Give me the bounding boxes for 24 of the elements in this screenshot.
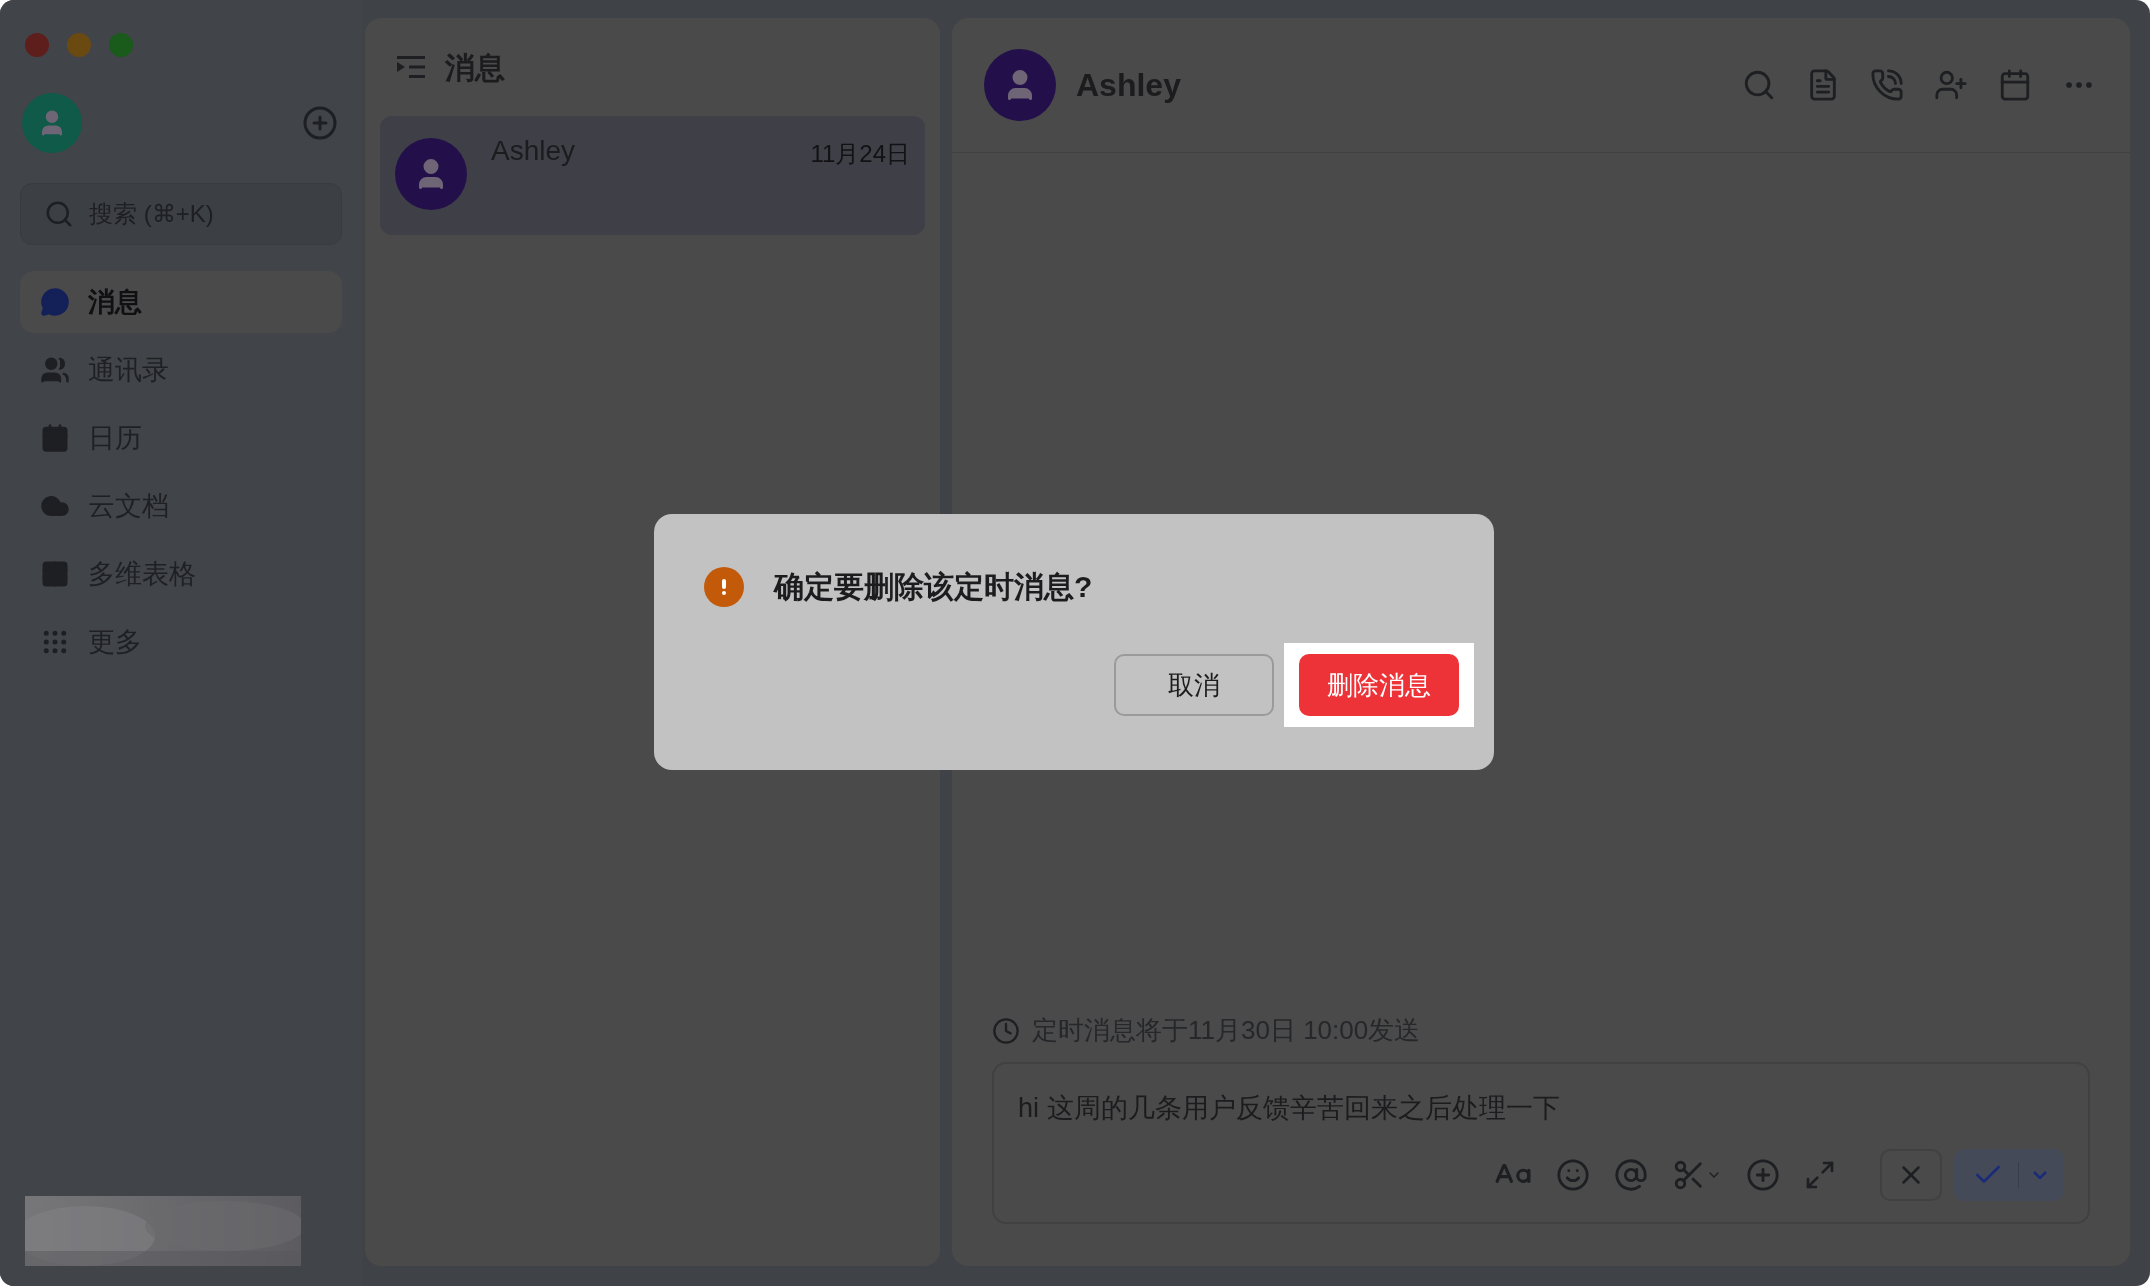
search-icon[interactable] [1742,68,1776,102]
add-icon[interactable] [1746,1157,1780,1192]
search-icon [44,199,74,229]
add-icon[interactable] [302,105,338,141]
nav-item[interactable]: 消息 [20,271,342,333]
cancel-button[interactable]: 取消 [1114,654,1274,716]
table-icon [40,559,70,589]
warning-icon [704,566,744,607]
add-user-icon[interactable] [1934,68,1968,102]
list-indent-icon[interactable] [397,55,425,79]
cancel-edit-button[interactable] [1880,1148,1942,1201]
clock-icon [992,1016,1020,1045]
dialog-message: 确定要删除该定时消息? [774,569,1093,605]
phone-icon[interactable] [1870,68,1904,102]
calendar-icon [40,423,70,453]
calendar-icon[interactable] [1998,68,2032,102]
caret-icon [2032,1170,2047,1179]
emoji-icon[interactable] [1556,1157,1590,1192]
mention-icon[interactable] [1614,1157,1648,1192]
confirm-button[interactable] [1954,1148,2064,1201]
delete-button[interactable]: 删除消息 [1299,654,1459,716]
avatar [22,93,82,153]
chat-bubbles-icon [40,287,70,317]
contacts-icon [40,355,70,385]
